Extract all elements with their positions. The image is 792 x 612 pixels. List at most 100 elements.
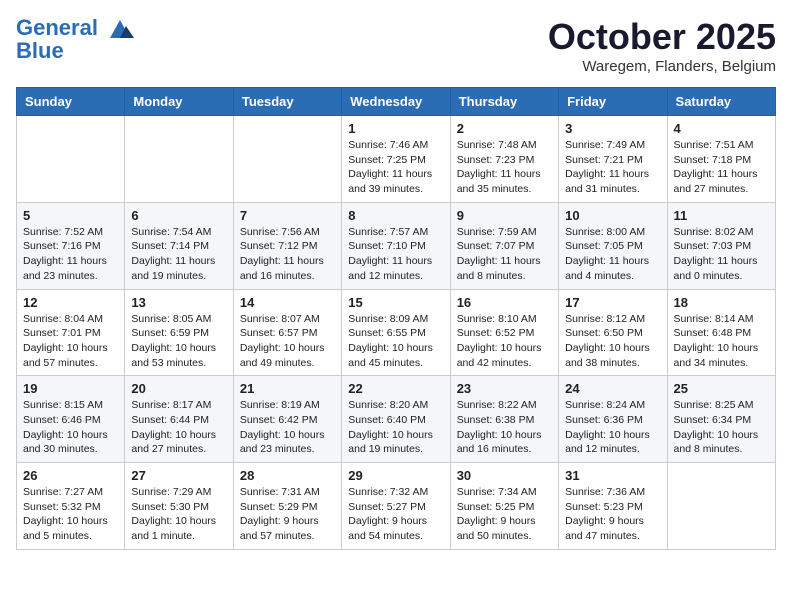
day-number: 15 [348,295,443,310]
day-number: 11 [674,208,769,223]
calendar-cell: 23 Sunrise: 8:22 AM Sunset: 6:38 PM Dayli… [450,376,558,463]
calendar-cell: 9Sunrise: 7:59 AM Sunset: 7:07 PM Daylig… [450,202,558,289]
weekday-header-monday: Monday [125,88,233,116]
calendar-cell: 22Sunrise: 8:20 AM Sunset: 6:40 PM Dayli… [342,376,450,463]
day-info: Sunrise: 7:46 AM Sunset: 7:25 PM Dayligh… [348,138,443,197]
day-number: 2 [457,121,552,136]
weekday-header-sunday: Sunday [17,88,125,116]
day-number: 23 [457,381,552,396]
location: Waregem, Flanders, Belgium [548,58,776,75]
calendar-cell: 3 Sunrise: 7:49 AM Sunset: 7:21 PM Daylig… [559,116,667,203]
calendar-table: SundayMondayTuesdayWednesdayThursdayFrid… [16,87,776,550]
day-info: Sunrise: 7:54 AM Sunset: 7:14 PM Dayligh… [131,225,226,284]
day-info: Sunrise: 7:29 AM Sunset: 5:30 PM Dayligh… [131,485,226,544]
day-number: 10 [565,208,660,223]
day-info: Sunrise: 7:31 AM Sunset: 5:29 PM Dayligh… [240,485,335,544]
weekday-header-friday: Friday [559,88,667,116]
day-number: 17 [565,295,660,310]
calendar-cell: 12 Sunrise: 8:04 AM Sunset: 7:01 PM Dayli… [17,289,125,376]
day-number: 5 [23,208,118,223]
calendar-week-4: 19 Sunrise: 8:15 AM Sunset: 6:46 PM Dayli… [17,376,776,463]
day-info: Sunrise: 7:27 AM Sunset: 5:32 PM Dayligh… [23,485,118,544]
day-number: 24 [565,381,660,396]
calendar-cell: 8 Sunrise: 7:57 AM Sunset: 7:10 PM Daylig… [342,202,450,289]
day-info: Sunrise: 7:49 AM Sunset: 7:21 PM Dayligh… [565,138,660,197]
day-number: 31 [565,468,660,483]
day-number: 26 [23,468,118,483]
day-number: 18 [674,295,769,310]
calendar-cell: 15 Sunrise: 8:09 AM Sunset: 6:55 PM Dayli… [342,289,450,376]
weekday-header-thursday: Thursday [450,88,558,116]
calendar-cell [233,116,341,203]
day-info: Sunrise: 7:48 AM Sunset: 7:23 PM Dayligh… [457,138,552,197]
day-info: Sunrise: 7:52 AM Sunset: 7:16 PM Dayligh… [23,225,118,284]
weekday-header-tuesday: Tuesday [233,88,341,116]
calendar-cell: 7Sunrise: 7:56 AM Sunset: 7:12 PM Daylig… [233,202,341,289]
day-info: Sunrise: 8:19 AM Sunset: 6:42 PM Dayligh… [240,398,335,457]
day-number: 14 [240,295,335,310]
day-info: Sunrise: 7:36 AM Sunset: 5:23 PM Dayligh… [565,485,660,544]
calendar-cell: 30Sunrise: 7:34 AM Sunset: 5:25 PM Dayli… [450,463,558,550]
day-number: 22 [348,381,443,396]
day-number: 13 [131,295,226,310]
day-number: 19 [23,381,118,396]
day-info: Sunrise: 7:32 AM Sunset: 5:27 PM Dayligh… [348,485,443,544]
calendar-cell: 24 Sunrise: 8:24 AM Sunset: 6:36 PM Dayli… [559,376,667,463]
day-number: 29 [348,468,443,483]
calendar-cell: 2 Sunrise: 7:48 AM Sunset: 7:23 PM Daylig… [450,116,558,203]
day-number: 28 [240,468,335,483]
weekday-header-row: SundayMondayTuesdayWednesdayThursdayFrid… [17,88,776,116]
day-info: Sunrise: 8:10 AM Sunset: 6:52 PM Dayligh… [457,312,552,371]
calendar-cell: 27 Sunrise: 7:29 AM Sunset: 5:30 PM Dayli… [125,463,233,550]
calendar-week-3: 12 Sunrise: 8:04 AM Sunset: 7:01 PM Dayli… [17,289,776,376]
calendar-cell: 28 Sunrise: 7:31 AM Sunset: 5:29 PM Dayli… [233,463,341,550]
logo-text: General [16,16,134,40]
calendar-cell: 13 Sunrise: 8:05 AM Sunset: 6:59 PM Dayli… [125,289,233,376]
calendar-cell: 17 Sunrise: 8:12 AM Sunset: 6:50 PM Dayli… [559,289,667,376]
calendar-cell: 16 Sunrise: 8:10 AM Sunset: 6:52 PM Dayli… [450,289,558,376]
calendar-cell: 14 Sunrise: 8:07 AM Sunset: 6:57 PM Dayli… [233,289,341,376]
day-number: 1 [348,121,443,136]
day-number: 20 [131,381,226,396]
day-info: Sunrise: 8:25 AM Sunset: 6:34 PM Dayligh… [674,398,769,457]
calendar-cell: 1 Sunrise: 7:46 AM Sunset: 7:25 PM Daylig… [342,116,450,203]
day-info: Sunrise: 8:17 AM Sunset: 6:44 PM Dayligh… [131,398,226,457]
day-info: Sunrise: 8:02 AM Sunset: 7:03 PM Dayligh… [674,225,769,284]
day-info: Sunrise: 8:00 AM Sunset: 7:05 PM Dayligh… [565,225,660,284]
calendar-cell: 25Sunrise: 8:25 AM Sunset: 6:34 PM Dayli… [667,376,775,463]
calendar-cell [667,463,775,550]
title-block: October 2025 Waregem, Flanders, Belgium [548,16,776,75]
day-info: Sunrise: 8:12 AM Sunset: 6:50 PM Dayligh… [565,312,660,371]
day-info: Sunrise: 8:15 AM Sunset: 6:46 PM Dayligh… [23,398,118,457]
calendar-cell: 29 Sunrise: 7:32 AM Sunset: 5:27 PM Dayli… [342,463,450,550]
calendar-cell: 18 Sunrise: 8:14 AM Sunset: 6:48 PM Dayli… [667,289,775,376]
day-info: Sunrise: 7:57 AM Sunset: 7:10 PM Dayligh… [348,225,443,284]
page-header: General Blue October 2025 Waregem, Fland… [16,16,776,75]
day-info: Sunrise: 8:24 AM Sunset: 6:36 PM Dayligh… [565,398,660,457]
calendar-cell: 11 Sunrise: 8:02 AM Sunset: 7:03 PM Dayli… [667,202,775,289]
day-number: 12 [23,295,118,310]
day-number: 8 [348,208,443,223]
calendar-cell: 19 Sunrise: 8:15 AM Sunset: 6:46 PM Dayli… [17,376,125,463]
day-info: Sunrise: 8:22 AM Sunset: 6:38 PM Dayligh… [457,398,552,457]
calendar-cell: 6 Sunrise: 7:54 AM Sunset: 7:14 PM Daylig… [125,202,233,289]
calendar-week-5: 26 Sunrise: 7:27 AM Sunset: 5:32 PM Dayli… [17,463,776,550]
day-number: 9 [457,208,552,223]
day-number: 27 [131,468,226,483]
day-info: Sunrise: 8:09 AM Sunset: 6:55 PM Dayligh… [348,312,443,371]
calendar-cell: 20 Sunrise: 8:17 AM Sunset: 6:44 PM Dayli… [125,376,233,463]
day-info: Sunrise: 8:07 AM Sunset: 6:57 PM Dayligh… [240,312,335,371]
day-info: Sunrise: 8:14 AM Sunset: 6:48 PM Dayligh… [674,312,769,371]
day-number: 6 [131,208,226,223]
day-number: 7 [240,208,335,223]
day-info: Sunrise: 7:51 AM Sunset: 7:18 PM Dayligh… [674,138,769,197]
weekday-header-saturday: Saturday [667,88,775,116]
day-info: Sunrise: 8:05 AM Sunset: 6:59 PM Dayligh… [131,312,226,371]
calendar-cell: 21Sunrise: 8:19 AM Sunset: 6:42 PM Dayli… [233,376,341,463]
calendar-week-2: 5 Sunrise: 7:52 AM Sunset: 7:16 PM Daylig… [17,202,776,289]
day-number: 16 [457,295,552,310]
day-number: 3 [565,121,660,136]
calendar-cell [125,116,233,203]
day-info: Sunrise: 8:04 AM Sunset: 7:01 PM Dayligh… [23,312,118,371]
weekday-header-wednesday: Wednesday [342,88,450,116]
